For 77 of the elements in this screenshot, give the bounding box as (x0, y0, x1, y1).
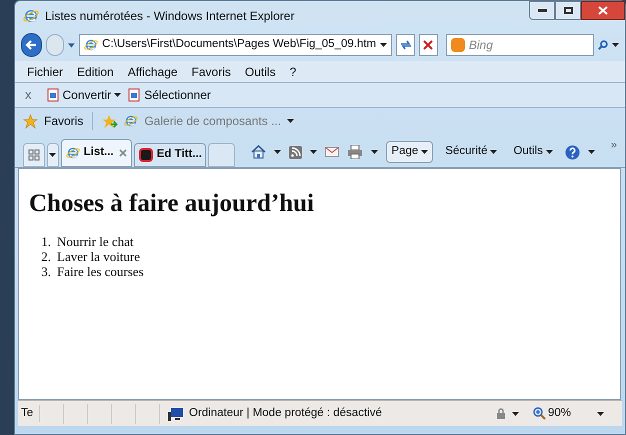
caret-icon (421, 150, 428, 154)
search-icon[interactable] (598, 39, 608, 51)
caret-icon (588, 150, 595, 154)
quick-tabs-button[interactable] (23, 143, 45, 167)
grid-icon (28, 149, 40, 161)
toolbar-close[interactable]: x (25, 85, 32, 105)
security-zone-text: Ordinateur | Mode protégé : désactivé (189, 406, 382, 421)
search-field[interactable]: Bing (468, 36, 589, 54)
list-number: 2. (40, 249, 51, 264)
list-number: 3. (40, 264, 51, 279)
list-item: Nourrir le chat (57, 234, 134, 249)
close-tab-icon[interactable] (118, 149, 127, 157)
toolbar-button[interactable]: Sélectionner (144, 86, 211, 104)
command-menu-button[interactable]: Sécurité (441, 141, 502, 163)
left-arrow-icon (25, 40, 38, 50)
tab-list-button[interactable] (46, 143, 59, 167)
list-item: Laver la voiture (57, 249, 140, 264)
help-icon[interactable] (564, 144, 580, 160)
add-favorite-icon[interactable] (102, 114, 118, 128)
zoom-level[interactable]: 90% (548, 404, 571, 422)
caret-icon (380, 43, 388, 47)
caret-icon (274, 150, 282, 154)
close-button[interactable] (581, 1, 625, 20)
zoom-icon (532, 407, 546, 420)
caret-icon (546, 150, 553, 154)
address-field[interactable]: C:\Users\First\Documents\Pages Web\Fig_05_09.htm (79, 34, 392, 56)
page-heading: Choses à faire aujourd’hui (29, 191, 315, 216)
caret-icon (310, 150, 318, 154)
list-number: 1. (40, 234, 51, 249)
menu-item[interactable]: ? (290, 62, 296, 80)
refresh-arrows-icon (400, 40, 412, 50)
maximize-button[interactable] (555, 1, 581, 20)
close-icon (598, 6, 608, 15)
stop-button[interactable] (419, 34, 438, 56)
status-text: Te (18, 404, 40, 422)
command-menu-button[interactable]: Page (386, 141, 434, 163)
globe-e-icon (23, 8, 39, 24)
search-provider-icon (450, 38, 465, 52)
menu-item[interactable]: Outils (244, 62, 276, 80)
favorites-button[interactable]: Favoris (44, 112, 84, 130)
app-icon (138, 148, 153, 162)
caret-icon (490, 150, 498, 154)
browser-tab[interactable]: Ed Titt... (134, 143, 206, 167)
document-icon (127, 88, 142, 102)
caret-icon (114, 93, 122, 97)
globe-e-icon (124, 114, 138, 128)
browser-tab[interactable]: List... (60, 139, 132, 167)
dropdown-icon[interactable] (68, 42, 76, 48)
list-item: Faire les courses (57, 264, 144, 279)
menu-item[interactable]: Edition (77, 62, 114, 80)
caret-icon (371, 150, 378, 154)
caret-icon (49, 153, 56, 157)
caret-icon (287, 119, 294, 123)
menu-item[interactable]: Affichage (128, 62, 178, 80)
star-icon (23, 114, 38, 128)
caret-icon (597, 412, 604, 416)
caret-icon (612, 43, 619, 47)
globe-e-icon (84, 38, 98, 52)
toolbar-button[interactable]: Convertir (62, 86, 112, 104)
computer-icon (168, 406, 184, 420)
caret-icon (512, 412, 519, 416)
home-icon[interactable] (251, 145, 266, 159)
mail-icon[interactable] (325, 147, 340, 157)
menu-item[interactable]: Favoris (192, 62, 231, 80)
command-menu-button[interactable]: Outils (509, 141, 557, 163)
minimize-button[interactable] (529, 1, 555, 20)
feed-icon[interactable] (289, 146, 302, 158)
document-icon (46, 88, 60, 102)
printer-icon[interactable] (347, 145, 364, 159)
refresh-button[interactable] (396, 34, 415, 56)
more-chevron[interactable]: » (610, 137, 617, 154)
window-title: Listes numérotées - Windows Internet Explorer (45, 8, 294, 25)
globe-e-icon (66, 146, 80, 160)
menu-item[interactable]: Fichier (27, 62, 64, 80)
back-button[interactable] (21, 33, 42, 57)
search-box[interactable]: Bing (446, 34, 594, 56)
stop-x-icon (423, 40, 434, 50)
